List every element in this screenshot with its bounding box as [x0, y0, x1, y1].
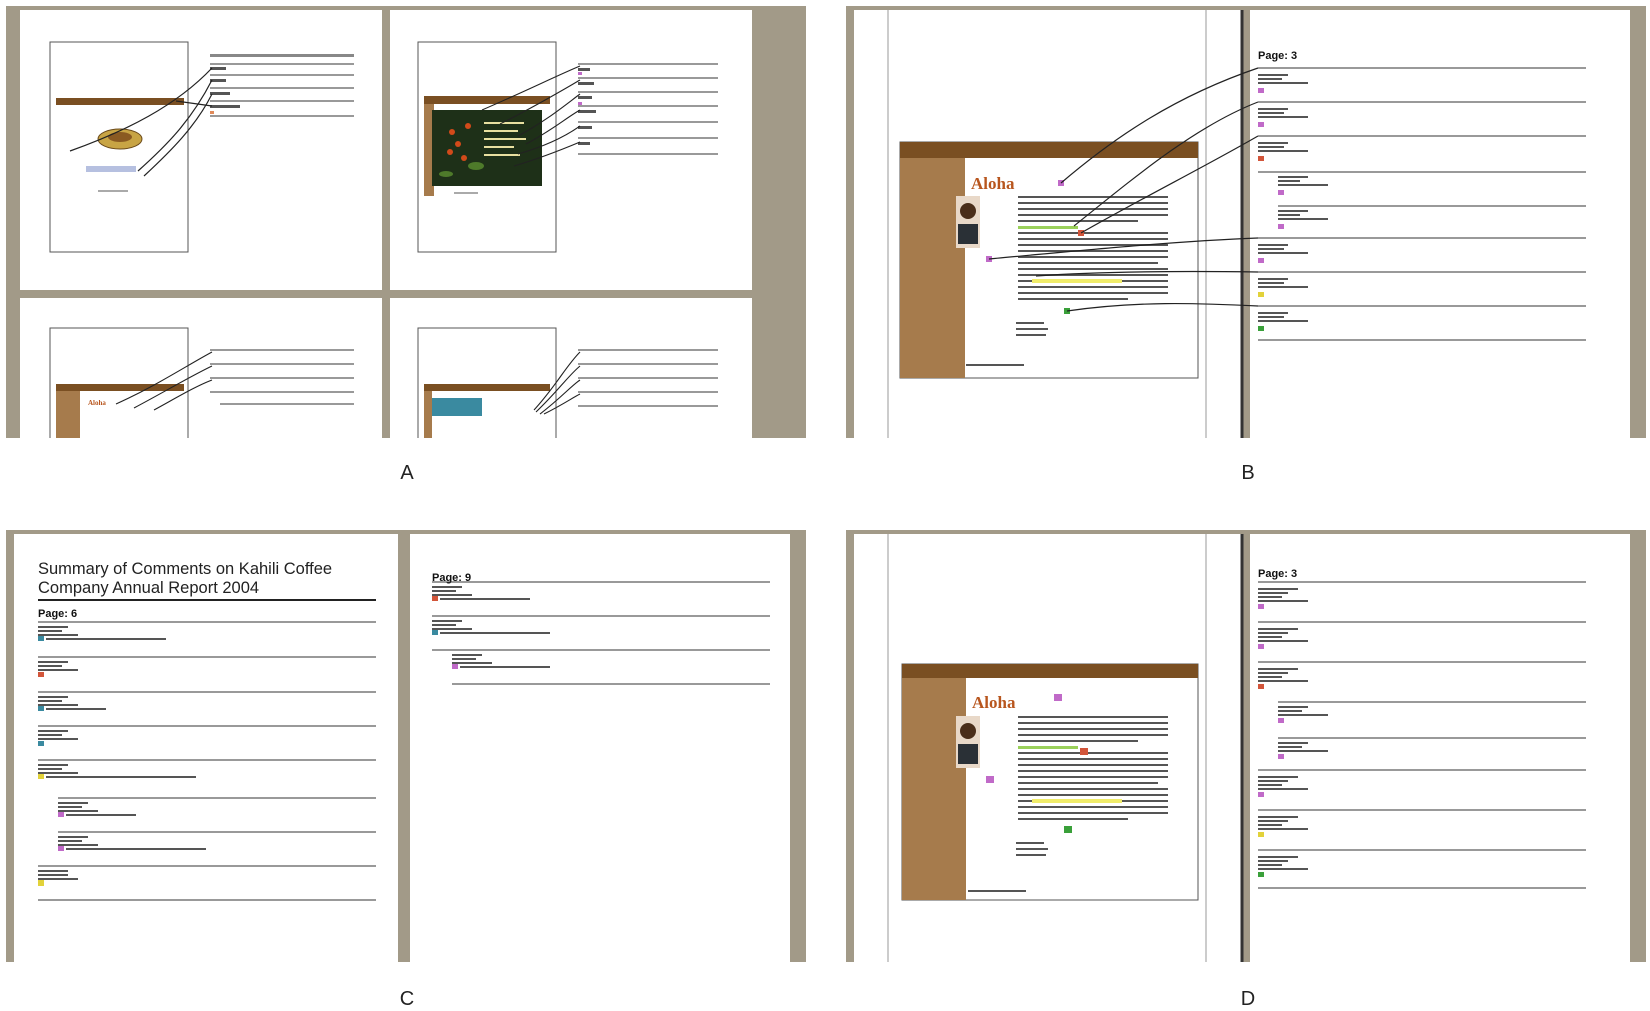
panel-b: Aloha Page: 3	[846, 6, 1646, 438]
svg-text:Aloha: Aloha	[972, 693, 1016, 712]
svg-text:Aloha: Aloha	[971, 174, 1015, 193]
panel-c-art	[38, 534, 770, 962]
svg-text:Aloha: Aloha	[88, 399, 106, 407]
caption-b: B	[1241, 462, 1255, 484]
panel-d-art: Aloha	[887, 534, 1586, 962]
panel-a: Aloha	[6, 6, 806, 438]
panel-b-art: Aloha	[887, 10, 1586, 438]
caption-a: A	[400, 462, 414, 484]
panel-d: Aloha Page: 3	[846, 530, 1646, 962]
page-label: Page: 3	[1258, 50, 1298, 62]
caption-d: D	[1240, 988, 1256, 1010]
caption-c: C	[399, 988, 415, 1010]
page-label: Page: 3	[1258, 568, 1298, 580]
panel-a-art: Aloha	[49, 41, 718, 438]
panel-c: Summary of Comments on Kahili Coffee Com…	[6, 530, 806, 962]
